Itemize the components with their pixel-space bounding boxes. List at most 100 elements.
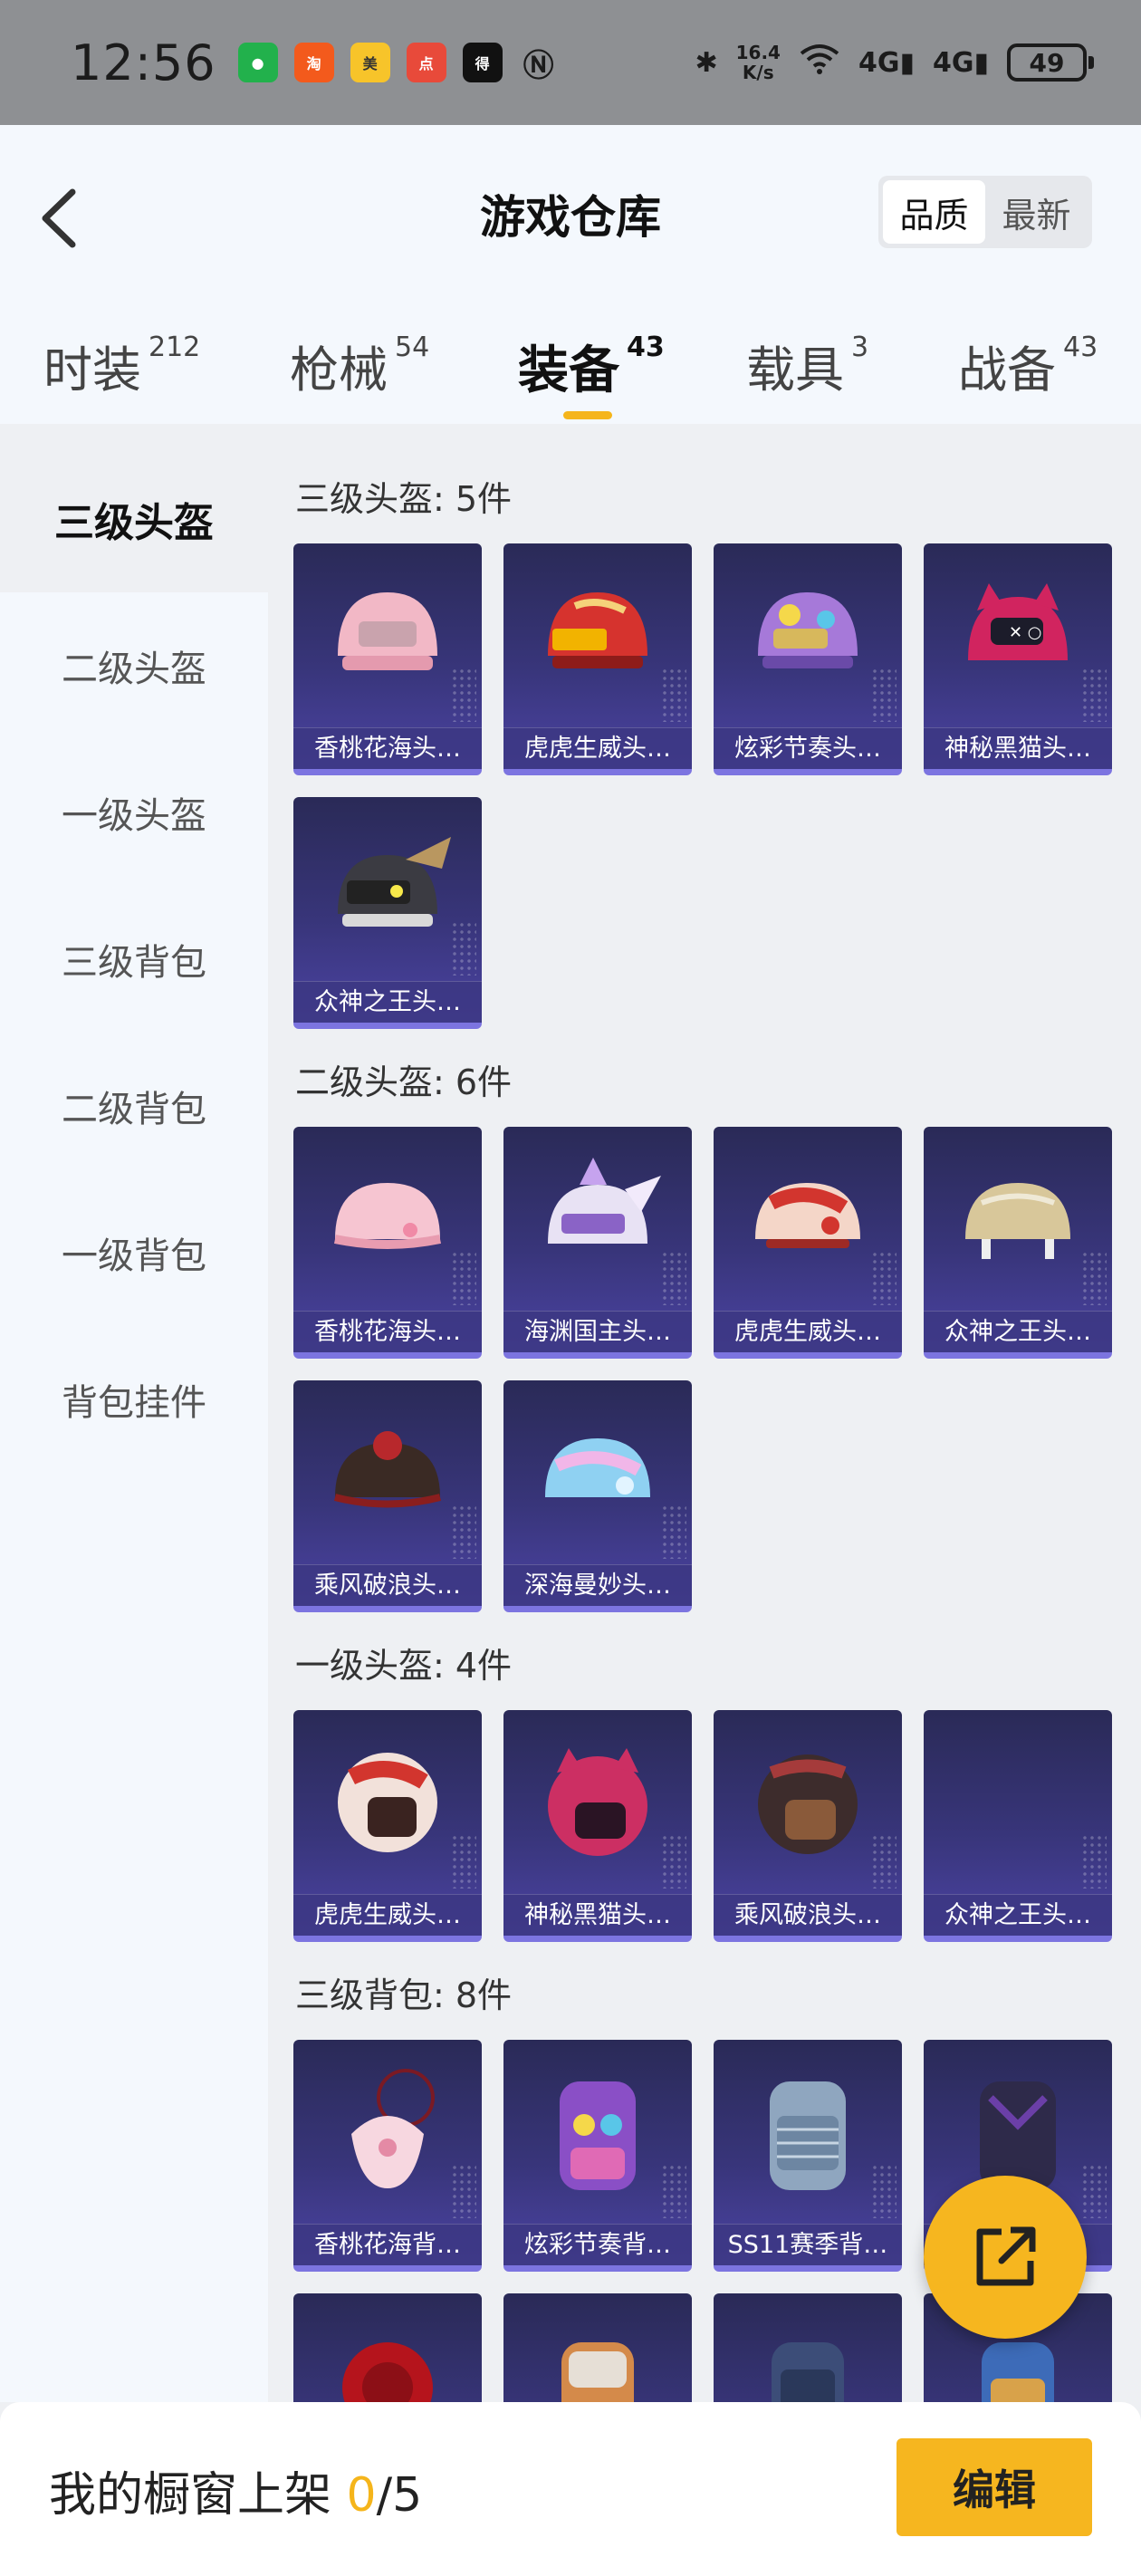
item-card[interactable]: 虎虎生威头… bbox=[503, 543, 692, 775]
tab-count: 212 bbox=[149, 332, 201, 363]
net-speed: 16.4 K/s bbox=[736, 43, 781, 82]
orange-backpack-icon bbox=[561, 2342, 634, 2402]
sort-toggle: 品质 最新 bbox=[878, 176, 1092, 248]
showcase-count: 0 bbox=[346, 2468, 377, 2523]
card-decoration bbox=[451, 1834, 476, 1889]
section-title: 二级头盔: 6件 bbox=[295, 1062, 513, 1102]
item-name: 神秘黑猫头… bbox=[503, 1894, 692, 1936]
pink-helmet-icon bbox=[338, 592, 437, 670]
showcase-label: 我的橱窗上架 bbox=[49, 2468, 332, 2523]
item-card[interactable] bbox=[293, 2293, 482, 2402]
item-card[interactable]: ✕ ○ 神秘黑猫头… bbox=[924, 543, 1112, 775]
item-card[interactable]: 炫彩节奏背… bbox=[503, 2040, 692, 2272]
share-icon bbox=[976, 2226, 1036, 2286]
rose-helmet-icon bbox=[333, 1431, 442, 1508]
card-decoration bbox=[1081, 668, 1107, 722]
item-card[interactable]: 众神之王头… bbox=[924, 1127, 1112, 1359]
item-card[interactable]: 乘风破浪头… bbox=[714, 1710, 902, 1942]
item-card[interactable]: 香桃花海头… bbox=[293, 543, 482, 775]
item-card[interactable]: 神秘黑猫头… bbox=[503, 1710, 692, 1942]
card-decoration bbox=[1081, 1834, 1107, 1889]
section-title: 三级背包: 8件 bbox=[295, 1975, 513, 2015]
signal-1-label: 4G bbox=[858, 46, 900, 79]
card-decoration bbox=[661, 1504, 686, 1559]
item-card[interactable]: 深海曼妙头… bbox=[503, 1380, 692, 1612]
signal-1: 4G▮ bbox=[858, 46, 915, 79]
signal-2: 4G▮ bbox=[932, 46, 989, 79]
pink-helmet-icon bbox=[333, 1183, 442, 1249]
item-card[interactable]: 香桃花海头… bbox=[293, 1127, 482, 1359]
card-decoration bbox=[451, 1251, 476, 1305]
sidebar-item-level3-helmet[interactable]: 三级头盔 bbox=[0, 446, 268, 592]
net-speed-value: 16.4 bbox=[735, 42, 781, 63]
item-card[interactable]: 香桃花海背… bbox=[293, 2040, 482, 2272]
sidebar-item-backpack-pendant[interactable]: 背包挂件 bbox=[0, 1326, 268, 1473]
taobao-icon: 淘 bbox=[293, 43, 334, 82]
tab-vehicles[interactable]: 载具 3 bbox=[746, 330, 868, 401]
item-name: 深海曼妙头… bbox=[503, 1564, 692, 1606]
abyss-helmet-icon bbox=[548, 1158, 661, 1244]
tab-fashion[interactable]: 时装 212 bbox=[43, 330, 200, 401]
dewu-icon: 得 bbox=[462, 43, 503, 82]
dianping-icon: 点 bbox=[406, 43, 446, 82]
card-decoration bbox=[1081, 1251, 1107, 1305]
item-card[interactable]: 海渊国主头… bbox=[503, 1127, 692, 1359]
red-helmet-icon bbox=[548, 592, 647, 668]
share-button[interactable] bbox=[924, 2176, 1087, 2339]
item-card[interactable]: 乘风破浪头… bbox=[293, 1380, 482, 1612]
active-tab-indicator bbox=[563, 411, 612, 419]
meituan-icon: 美 bbox=[350, 43, 390, 82]
tab-count: 3 bbox=[851, 332, 869, 363]
card-decoration bbox=[451, 921, 476, 976]
showcase-total: /5 bbox=[376, 2468, 423, 2523]
sort-newest-option[interactable]: 最新 bbox=[985, 180, 1088, 244]
tab-equipment[interactable]: 装备 43 bbox=[518, 330, 665, 403]
item-card[interactable]: 虎虎生威头… bbox=[293, 1710, 482, 1942]
battery-level: 49 bbox=[1029, 47, 1065, 78]
tab-count: 54 bbox=[395, 332, 430, 363]
section-title: 三级头盔: 5件 bbox=[295, 479, 513, 519]
notification-icons: ● 淘 美 点 得 Ⓝ bbox=[237, 43, 559, 84]
colorful-backpack-icon bbox=[560, 2081, 636, 2190]
item-name: 乘风破浪头… bbox=[714, 1894, 902, 1936]
card-decoration bbox=[1081, 2164, 1107, 2218]
item-card[interactable]: 众神之王头… bbox=[924, 1710, 1112, 1942]
gold-helmet-icon bbox=[965, 1183, 1070, 1259]
card-decoration bbox=[871, 1834, 896, 1889]
item-card[interactable]: 虎虎生威头… bbox=[714, 1127, 902, 1359]
sidebar-item-level2-helmet[interactable]: 二级头盔 bbox=[0, 592, 268, 739]
item-name: 香桃花海头… bbox=[293, 1311, 482, 1352]
tab-label: 时装 bbox=[43, 341, 141, 399]
card-decoration bbox=[871, 1251, 896, 1305]
item-name: 众神之王头… bbox=[924, 1311, 1112, 1352]
tab-count: 43 bbox=[1063, 332, 1098, 363]
item-name: 众神之王头… bbox=[924, 1894, 1112, 1936]
item-card[interactable]: SS11赛季背… bbox=[714, 2040, 902, 2272]
item-grid: 三级头盔: 5件 香桃花海头… 虎虎生威头… 炫彩节奏头… ✕ ○ 神秘黑猫头…… bbox=[268, 446, 1141, 2402]
card-decoration bbox=[871, 668, 896, 722]
dark-helmet-icon bbox=[758, 1754, 858, 1854]
sidebar-item-level1-helmet[interactable]: 一级头盔 bbox=[0, 739, 268, 886]
tab-gear[interactable]: 战备 43 bbox=[958, 330, 1098, 401]
sidebar-item-level1-backpack[interactable]: 一级背包 bbox=[0, 1179, 268, 1326]
item-card[interactable] bbox=[714, 2293, 902, 2402]
sidebar-item-level3-backpack[interactable]: 三级背包 bbox=[0, 886, 268, 1033]
tab-guns[interactable]: 枪械 54 bbox=[290, 330, 429, 401]
item-name: 炫彩节奏头… bbox=[714, 727, 902, 769]
edit-button[interactable]: 编辑 bbox=[896, 2438, 1092, 2536]
item-card[interactable] bbox=[503, 2293, 692, 2402]
navy-backpack-icon bbox=[772, 2342, 844, 2402]
bluetooth-icon: ✱ bbox=[695, 46, 718, 79]
winged-helmet-icon bbox=[338, 837, 451, 927]
sort-quality-option[interactable]: 品质 bbox=[883, 180, 985, 244]
rose-backpack-icon bbox=[342, 2342, 433, 2402]
card-decoration bbox=[661, 668, 686, 722]
card-decoration bbox=[661, 1834, 686, 1889]
season-backpack-icon bbox=[770, 2081, 846, 2190]
battery-icon: 49 bbox=[1007, 43, 1094, 82]
sidebar-item-level2-backpack[interactable]: 二级背包 bbox=[0, 1033, 268, 1179]
status-time: 12:56 bbox=[71, 34, 216, 91]
card-decoration bbox=[871, 2164, 896, 2218]
item-card[interactable]: 炫彩节奏头… bbox=[714, 543, 902, 775]
item-card[interactable]: 众神之王头… bbox=[293, 797, 482, 1029]
